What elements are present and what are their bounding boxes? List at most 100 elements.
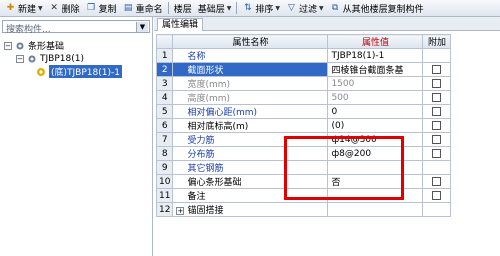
chevron-down-icon: ▼ xyxy=(38,4,43,12)
tree-node-leaf-label: (底)TJBP18(1)-1 xyxy=(49,65,122,78)
row-number: 7 xyxy=(155,132,174,147)
extra-checkbox[interactable] xyxy=(432,134,442,144)
row-number: 5 xyxy=(155,104,174,119)
table-row[interactable]: 8 分布筋 ф8@200 xyxy=(155,146,452,161)
sort-button[interactable]: ⇅ 排序 ▼ xyxy=(239,1,283,16)
property-name: 截面形状 xyxy=(172,62,329,77)
gear-icon xyxy=(37,67,45,76)
property-value[interactable]: TJBP18(1)-1 xyxy=(327,48,424,63)
sort-label: 排序 xyxy=(255,4,274,15)
table-row[interactable]: 5 相对偏心距(mm) 0 xyxy=(155,104,452,119)
chevron-down-icon: ▼ xyxy=(275,4,280,12)
extra-cell xyxy=(422,104,452,119)
toolbar: ✚ 新建 ▼ ✕ 删除 ❐ 复制 ▤ 重命名 楼层 基础层 ▼ ⇅ 排序 ▼ ▽… xyxy=(0,0,500,17)
table-header-row: 属性名称 属性值 附加 xyxy=(155,34,452,49)
table-row[interactable]: 1 名称 TJBP18(1)-1 xyxy=(155,48,452,63)
rename-icon: ▤ xyxy=(123,2,133,13)
property-value[interactable]: 否 xyxy=(327,174,424,189)
extra-cell xyxy=(422,118,452,133)
property-value[interactable]: 四棱锥台截面条基 xyxy=(327,62,424,77)
property-table: 属性名称 属性值 附加 1 名称 TJBP18(1)-1 2 截面形状 四棱锥台截面条基 3… xyxy=(155,34,452,217)
property-value[interactable] xyxy=(327,188,424,203)
extra-checkbox[interactable] xyxy=(432,148,442,158)
property-value[interactable]: (0) xyxy=(327,118,424,133)
delete-label: 删除 xyxy=(61,4,80,15)
table-row[interactable]: 12 + 锚固搭接 xyxy=(155,202,452,217)
tree-node-child[interactable]: − TJBP18(1) xyxy=(16,52,84,65)
property-value[interactable] xyxy=(327,160,424,175)
property-value[interactable]: 500 xyxy=(327,90,424,105)
property-value[interactable]: 1500 xyxy=(327,76,424,91)
search-placeholder: 搜索构件... xyxy=(6,25,51,35)
extra-checkbox[interactable] xyxy=(432,78,442,88)
collapse-icon[interactable]: − xyxy=(4,41,12,50)
table-row[interactable]: 3 宽度(mm) 1500 xyxy=(155,76,452,91)
extra-cell xyxy=(422,90,452,105)
search-dropdown-icon[interactable]: ▼ xyxy=(136,22,148,32)
toolbar-divider xyxy=(167,2,169,14)
tree-node-leaf[interactable]: (底)TJBP18(1)-1 xyxy=(36,65,122,78)
extra-checkbox[interactable] xyxy=(432,92,442,102)
row-number: 6 xyxy=(155,118,174,133)
delete-button[interactable]: ✕ 删除 xyxy=(46,1,83,16)
expand-icon[interactable]: + xyxy=(176,207,185,215)
row-number: 10 xyxy=(155,174,174,189)
copy-from-floor-label: 从其他楼层复制构件 xyxy=(342,4,424,15)
extra-cell xyxy=(422,202,452,217)
tab-property-edit[interactable]: 属性编辑 xyxy=(157,18,204,31)
property-value[interactable]: ф14@300 xyxy=(327,132,424,147)
property-value[interactable] xyxy=(327,202,424,217)
header-extra[interactable]: 附加 xyxy=(422,34,452,49)
property-name: + 锚固搭接 xyxy=(172,202,329,217)
copy-icon: ❐ xyxy=(87,2,96,13)
copy-from-floor-icon: ⧉ xyxy=(331,2,339,13)
new-label: 新建 xyxy=(18,4,37,15)
filter-button[interactable]: ▽ 过滤 ▼ xyxy=(283,1,327,16)
extra-cell xyxy=(422,62,452,77)
collapse-icon[interactable]: − xyxy=(16,54,24,63)
extra-cell xyxy=(422,146,452,161)
floor-select[interactable]: 基础层 ▼ xyxy=(195,1,235,16)
row-number: 1 xyxy=(155,48,174,63)
tree-node-root[interactable]: − 条形基础 xyxy=(4,39,64,52)
property-name: 宽度(mm) xyxy=(172,76,329,91)
table-row[interactable]: 10 偏心条形基础否 xyxy=(155,174,452,189)
table-row[interactable]: 11 备注 xyxy=(155,188,452,203)
property-value[interactable]: 0 xyxy=(327,104,424,119)
tree-node-root-label: 条形基础 xyxy=(28,42,65,52)
row-number: 2 xyxy=(155,62,174,77)
new-icon: ✚ xyxy=(6,2,15,13)
gear-icon xyxy=(16,42,24,49)
extra-checkbox[interactable] xyxy=(432,64,442,74)
delete-icon: ✕ xyxy=(50,2,58,13)
extra-checkbox[interactable] xyxy=(432,190,442,200)
table-row[interactable]: 4 高度(mm) 500 xyxy=(155,90,452,105)
new-button[interactable]: ✚ 新建 ▼ xyxy=(2,1,46,16)
header-num xyxy=(155,34,174,49)
copy-button[interactable]: ❐ 复制 xyxy=(83,1,120,16)
table-row[interactable]: 6 相对底标高(m) (0) xyxy=(155,118,452,133)
property-name: 受力筋 xyxy=(172,132,329,147)
search-input[interactable]: 搜索构件... ▼ xyxy=(2,20,150,35)
extra-checkbox[interactable] xyxy=(432,106,442,116)
extra-checkbox[interactable] xyxy=(432,120,442,130)
property-name: 高度(mm) xyxy=(172,90,329,105)
rename-button[interactable]: ▤ 重命名 xyxy=(120,1,166,16)
floor-label-text: 楼层 xyxy=(173,4,192,15)
header-name[interactable]: 属性名称 xyxy=(172,34,329,49)
property-value[interactable]: ф8@200 xyxy=(327,146,424,161)
table-row[interactable]: 7 受力筋 ф14@300 xyxy=(155,132,452,147)
table-row[interactable]: 9 其它钢筋 xyxy=(155,160,452,175)
copy-from-floor-button[interactable]: ⧉ 从其他楼层复制构件 xyxy=(327,1,427,16)
rename-label: 重命名 xyxy=(135,4,163,15)
chevron-down-icon: ▼ xyxy=(226,4,232,12)
table-row[interactable]: 2 截面形状 四棱锥台截面条基 xyxy=(155,62,452,77)
header-value[interactable]: 属性值 xyxy=(327,34,424,49)
extra-cell xyxy=(422,188,452,203)
floor-label: 楼层 xyxy=(171,1,195,16)
extra-cell xyxy=(422,48,452,63)
extra-checkbox[interactable] xyxy=(432,176,442,186)
property-name: 偏心条形基础 xyxy=(172,174,329,189)
property-name: 备注 xyxy=(172,188,329,203)
property-name: 其它钢筋 xyxy=(172,160,329,175)
